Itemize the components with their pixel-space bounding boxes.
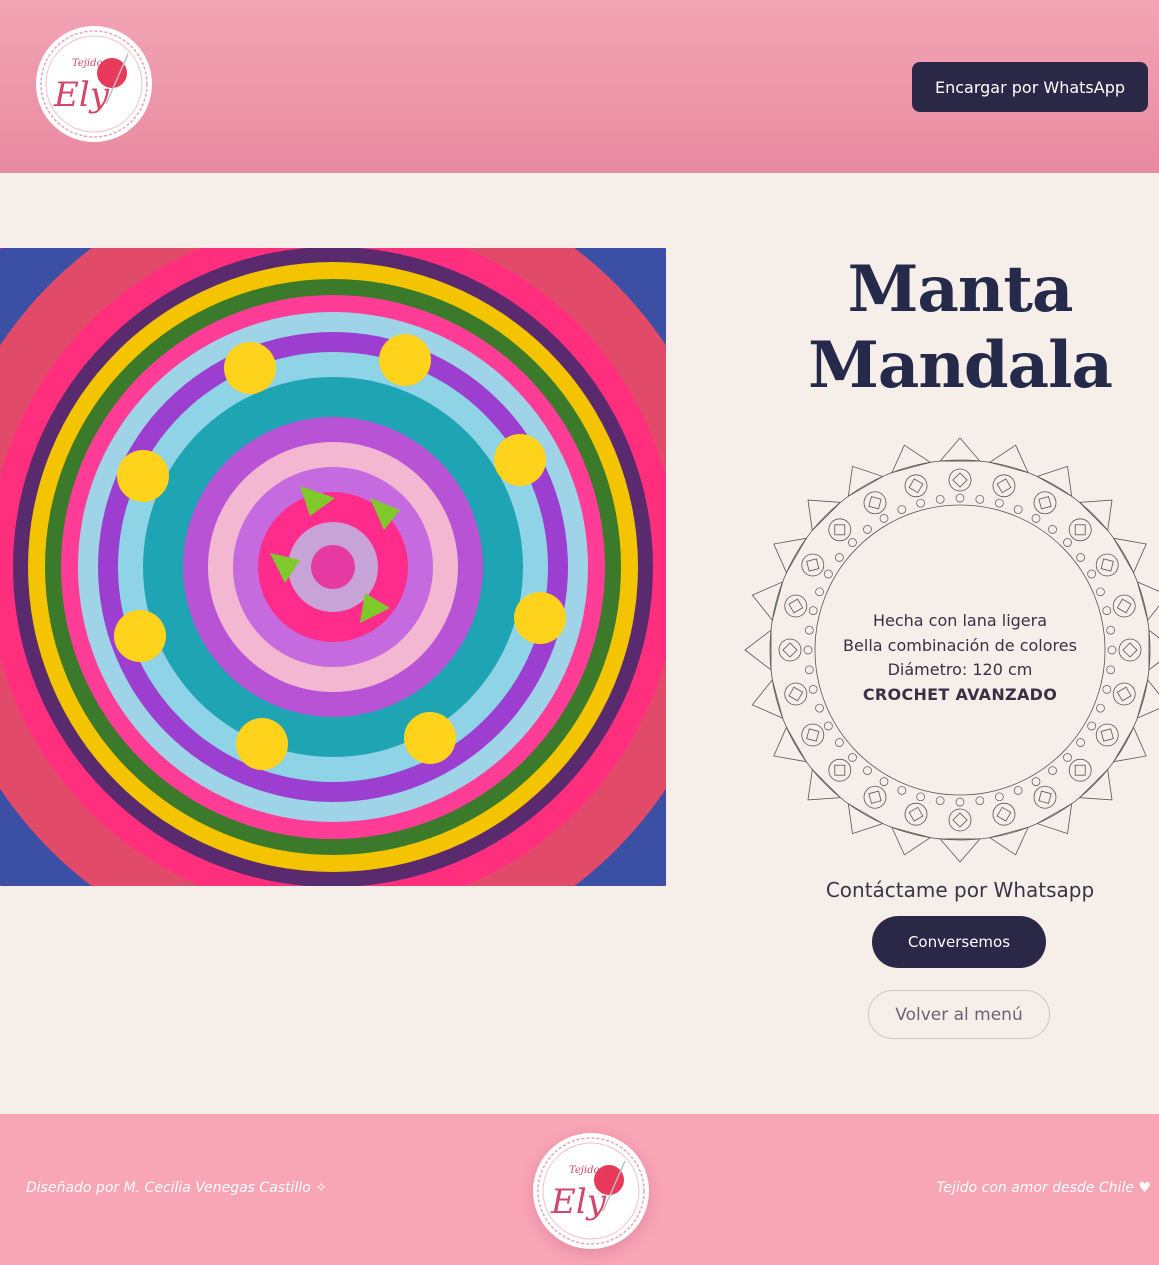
feature-item-skill-level: CROCHET AVANZADO [862, 684, 1058, 704]
svg-text:Tejidos: Tejidos [569, 1165, 605, 1176]
product-title-line-1: Manta [847, 252, 1074, 327]
product-photo [0, 248, 666, 886]
feature-item: Diámetro: 120 cm [887, 660, 1033, 679]
chat-whatsapp-button[interactable]: Conversemos [872, 916, 1046, 968]
footer-logo[interactable]: Tejidos Ely [533, 1133, 649, 1249]
site-header: Tejidos Ely Encargar por WhatsApp [0, 0, 1159, 173]
back-to-menu-button[interactable]: Volver al menú [868, 990, 1050, 1039]
svg-text:Ely: Ely [550, 1182, 607, 1222]
product-features: Hecha con lana ligera Bella combinación … [800, 609, 1120, 707]
product-title-line-2: Mandala [808, 328, 1113, 403]
svg-text:Ely: Ely [53, 75, 110, 115]
contact-label: Contáctame por Whatsapp [825, 878, 1095, 902]
brand-logo[interactable]: Tejidos Ely [36, 26, 152, 142]
whatsapp-order-button[interactable]: Encargar por WhatsApp [912, 62, 1148, 112]
product-title: Manta Mandala [760, 252, 1159, 404]
footer-credit: Diseñado por M. Cecilia Venegas Castillo… [26, 1180, 327, 1196]
svg-text:Tejidos: Tejidos [72, 58, 108, 69]
footer-tagline: Tejido con amor desde Chile ♥ [936, 1180, 1151, 1196]
feature-item: Hecha con lana ligera [872, 611, 1048, 630]
feature-item: Bella combinación de colores [843, 635, 1077, 655]
